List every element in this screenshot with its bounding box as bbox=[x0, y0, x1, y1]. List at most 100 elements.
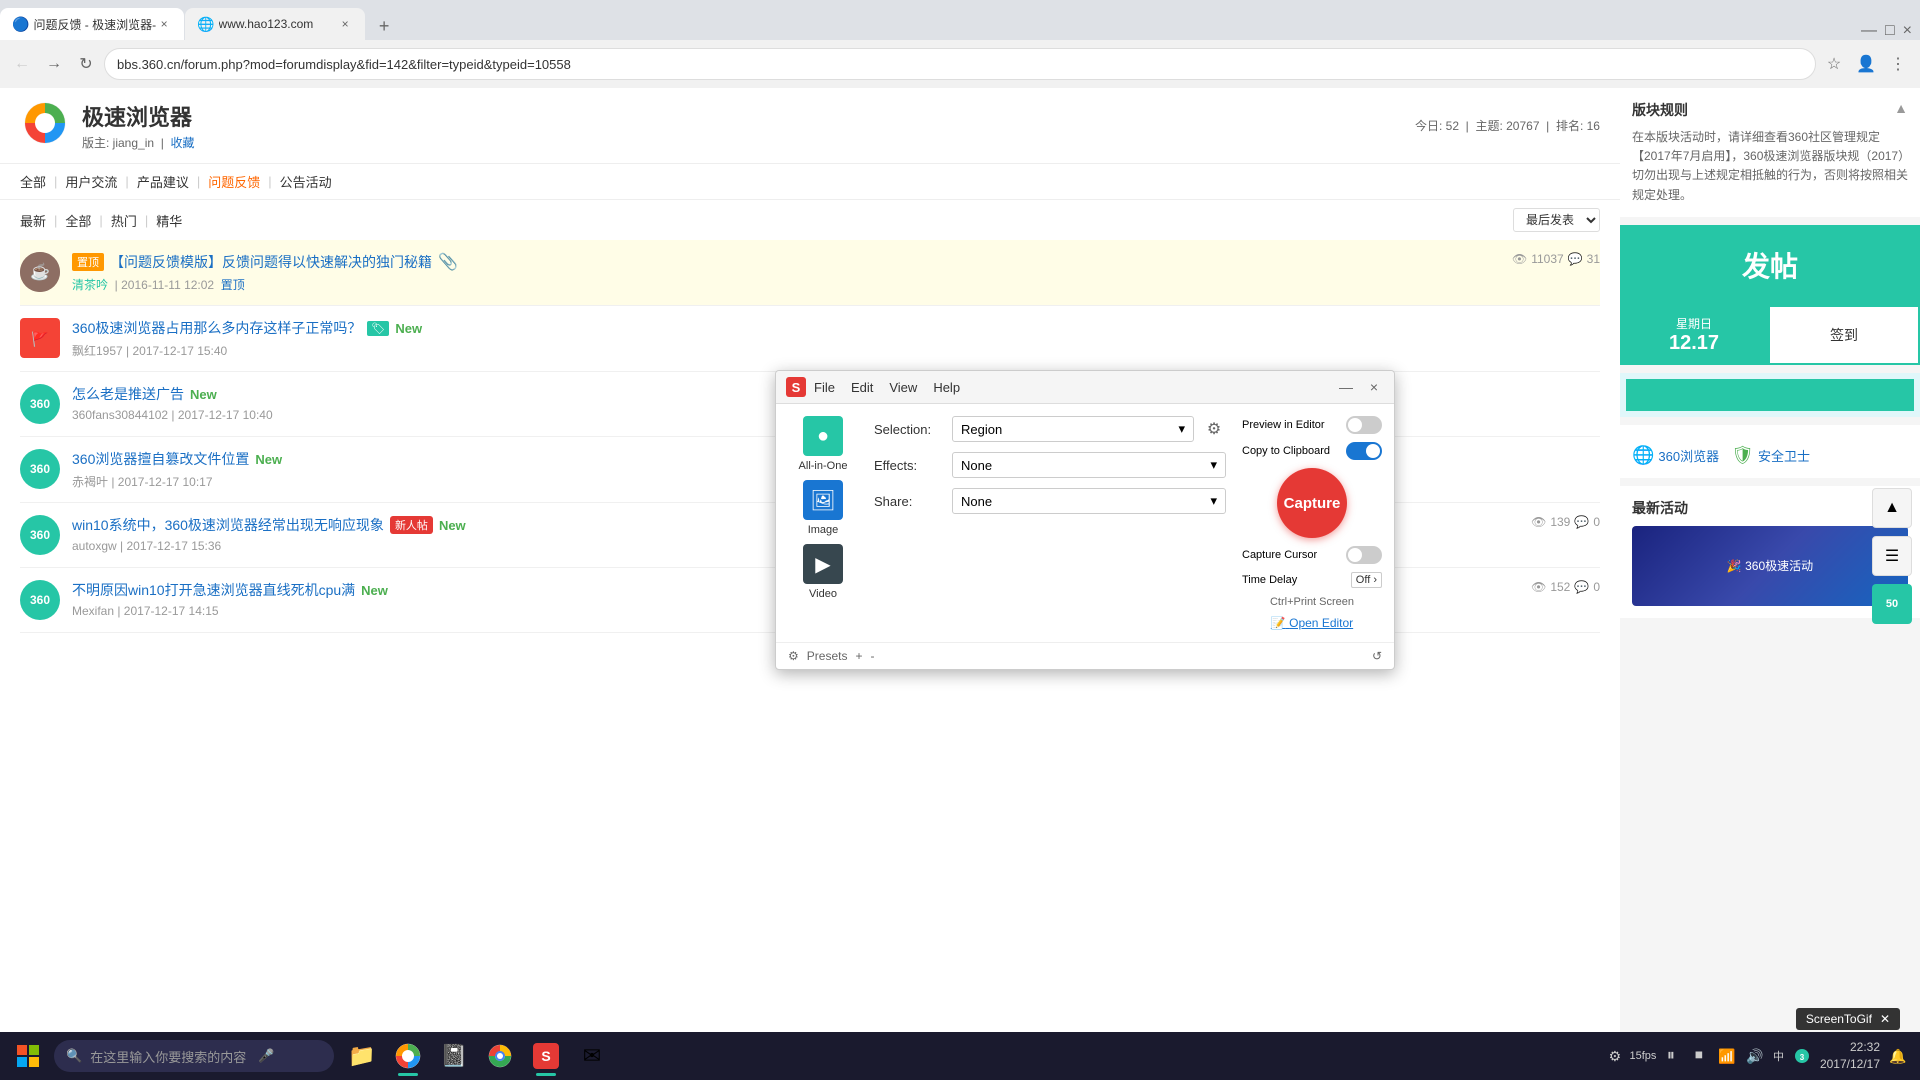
svg-text:3: 3 bbox=[1800, 1053, 1805, 1062]
selection-select[interactable]: Region ▾ bbox=[952, 416, 1194, 442]
effects-select[interactable]: None ▾ bbox=[952, 452, 1226, 478]
link-safeguard[interactable]: 🛡 安全卫士 bbox=[1731, 445, 1810, 466]
close-button[interactable]: × bbox=[1903, 22, 1912, 40]
list-button[interactable]: ☰ bbox=[1872, 536, 1912, 576]
taskbar-browser[interactable] bbox=[386, 1034, 430, 1078]
menu-file[interactable]: File bbox=[814, 380, 835, 395]
taskbar-search[interactable]: 🔍 在这里输入你要搜索的内容 🎤 bbox=[54, 1040, 334, 1072]
add-preset-button[interactable]: + bbox=[855, 649, 862, 663]
volume-icon[interactable]: 🔊 bbox=[1745, 1046, 1765, 1066]
start-button[interactable] bbox=[4, 1032, 52, 1080]
nav-all[interactable]: 全部 bbox=[20, 172, 46, 191]
refresh-button[interactable]: ↻ bbox=[72, 50, 100, 78]
taskbar-mail[interactable]: ✉ bbox=[570, 1034, 614, 1078]
preview-toggle[interactable] bbox=[1346, 416, 1382, 434]
360-tray-icon[interactable]: 3 bbox=[1792, 1046, 1812, 1066]
post-4-link[interactable]: win10系统中，360极速浏览器经常出现无响应现象 bbox=[72, 515, 384, 535]
sort-select[interactable]: 最后发表 发表时间 回复数 bbox=[1513, 208, 1600, 232]
post-4-stats: 👁 139 💬 0 bbox=[1531, 515, 1600, 529]
pause-button[interactable]: ⏸ bbox=[1661, 1046, 1681, 1066]
tab-2-close[interactable]: × bbox=[337, 16, 353, 32]
signin-button[interactable]: 签到 bbox=[1768, 305, 1920, 365]
post-2-link[interactable]: 怎么老是推送广告 bbox=[72, 384, 184, 404]
network-icon[interactable]: 📶 bbox=[1717, 1046, 1737, 1066]
share-select[interactable]: None ▾ bbox=[952, 488, 1226, 514]
filter-all[interactable]: 全部 bbox=[65, 211, 91, 230]
post-2-new-badge: New bbox=[190, 387, 217, 402]
tab-1-close[interactable]: × bbox=[156, 16, 172, 32]
scroll-buttons: ▲ ☰ 50 bbox=[1872, 488, 1912, 624]
nav-announcements[interactable]: 公告活动 bbox=[280, 172, 332, 191]
tab-1[interactable]: 🔵 问题反馈 - 极速浏览器- × bbox=[0, 8, 184, 40]
views-icon-5: 👁 bbox=[1531, 580, 1546, 594]
snagit-minimize[interactable]: — bbox=[1336, 377, 1356, 397]
rules-title: 版块规则 ▲ bbox=[1632, 100, 1908, 120]
rules-collapse[interactable]: ▲ bbox=[1894, 100, 1908, 120]
taskbar-file-explorer[interactable]: 📁 bbox=[340, 1034, 384, 1078]
clipboard-toggle[interactable] bbox=[1346, 442, 1382, 460]
mode-video[interactable]: ▶ Video bbox=[788, 544, 858, 600]
menu-edit[interactable]: Edit bbox=[851, 380, 873, 395]
presets-label: Presets bbox=[807, 649, 848, 663]
forward-button[interactable]: → bbox=[40, 50, 68, 78]
pinned-post-link[interactable]: 【问题反馈模版】反馈问题得以快速解决的独门秘籍 bbox=[110, 252, 432, 272]
cursor-toggle[interactable] bbox=[1346, 546, 1382, 564]
mode-all-in-one[interactable]: ● All-in-One bbox=[788, 416, 858, 472]
save-label[interactable]: 收藏 bbox=[171, 136, 195, 150]
right-sidebar: 版块规则 ▲ 在本版块活动时，请详细查看360社区管理规定【2017年7月启用】… bbox=[1620, 88, 1920, 1080]
nav-product-suggestions[interactable]: 产品建议 bbox=[137, 172, 189, 191]
stop-button[interactable]: ⏹ bbox=[1689, 1046, 1709, 1066]
rotate-icon[interactable]: ↺ bbox=[1372, 649, 1382, 663]
taskbar-onenote[interactable]: 📓 bbox=[432, 1034, 476, 1078]
svg-text:🚩: 🚩 bbox=[31, 331, 48, 348]
image-mode-label: Image bbox=[788, 524, 858, 536]
maximize-button[interactable]: □ bbox=[1885, 22, 1895, 40]
notification-button[interactable]: 🔔 bbox=[1888, 1046, 1908, 1066]
tab-1-title: 问题反馈 - 极速浏览器- bbox=[33, 16, 156, 33]
taskbar-search-text: 在这里输入你要搜索的内容 bbox=[90, 1047, 246, 1066]
post-3-link[interactable]: 360浏览器擅自篡改文件位置 bbox=[72, 449, 249, 469]
preview-toggle-row: Preview in Editor bbox=[1242, 416, 1382, 434]
selection-settings-icon[interactable]: ⚙ bbox=[1202, 417, 1226, 441]
scroll-up-button[interactable]: ▲ bbox=[1872, 488, 1912, 528]
menu-help[interactable]: Help bbox=[933, 380, 960, 395]
page-link[interactable]: 置顶 bbox=[221, 278, 245, 292]
post-1-link[interactable]: 360极速浏览器占用那么多内存这样子正常吗？ bbox=[72, 318, 361, 338]
effects-row: Effects: None ▾ bbox=[874, 452, 1226, 478]
filter-latest[interactable]: 最新 bbox=[20, 211, 46, 230]
comment-icon-5: 💬 bbox=[1574, 580, 1589, 594]
filter-hot[interactable]: 热门 bbox=[111, 211, 137, 230]
screentogif-close-icon[interactable]: ✕ bbox=[1880, 1012, 1890, 1026]
address-bar[interactable]: bbs.360.cn/forum.php?mod=forumdisplay&fi… bbox=[104, 48, 1816, 80]
new-tab-button[interactable]: + bbox=[370, 12, 398, 40]
forum-header: 极速浏览器 版主: jiang_in | 收藏 今日: 52 | 主题: 207… bbox=[0, 88, 1620, 164]
post-1-avatar: 🚩 bbox=[20, 318, 60, 358]
back-button[interactable]: ← bbox=[8, 50, 36, 78]
mic-icon[interactable]: 🎤 bbox=[258, 1048, 274, 1064]
link-360browser[interactable]: 🌐 360浏览器 bbox=[1632, 445, 1719, 466]
time-delay-value[interactable]: Off › bbox=[1351, 572, 1382, 588]
capture-button[interactable]: Capture bbox=[1277, 468, 1347, 538]
post-button[interactable]: 发帖 bbox=[1620, 225, 1920, 305]
fps-display: 15 fps bbox=[1633, 1046, 1653, 1066]
lang-indicator: 中 bbox=[1773, 1048, 1784, 1064]
menu-button[interactable]: ⋮ bbox=[1884, 50, 1912, 78]
bookmark-button[interactable]: ☆ bbox=[1820, 50, 1848, 78]
post-5-link[interactable]: 不明原因win10打开急速浏览器直线死机cpu满 bbox=[72, 580, 355, 600]
all-in-one-label: All-in-One bbox=[788, 460, 858, 472]
mode-image[interactable]: 🖼 Image bbox=[788, 480, 858, 536]
profile-button[interactable]: 👤 bbox=[1852, 50, 1880, 78]
nav-feedback[interactable]: 问题反馈 bbox=[208, 172, 260, 191]
menu-view[interactable]: View bbox=[889, 380, 917, 395]
filter-featured[interactable]: 精华 bbox=[156, 211, 182, 230]
open-editor-link[interactable]: 📝 Open Editor bbox=[1271, 616, 1353, 630]
snagit-close[interactable]: × bbox=[1364, 377, 1384, 397]
nav-user-exchange[interactable]: 用户交流 bbox=[65, 172, 117, 191]
taskbar-chrome[interactable] bbox=[478, 1034, 522, 1078]
tab-2[interactable]: 🌐 www.hao123.com × bbox=[185, 8, 365, 40]
minimize-button[interactable]: — bbox=[1861, 22, 1877, 40]
taskbar-snagit[interactable]: S bbox=[524, 1034, 568, 1078]
taskbar-clock: 22:32 2017/12/17 bbox=[1820, 1039, 1880, 1073]
preset-options-button[interactable]: - bbox=[870, 649, 874, 663]
settings-icon[interactable]: ⚙ bbox=[1605, 1046, 1625, 1066]
